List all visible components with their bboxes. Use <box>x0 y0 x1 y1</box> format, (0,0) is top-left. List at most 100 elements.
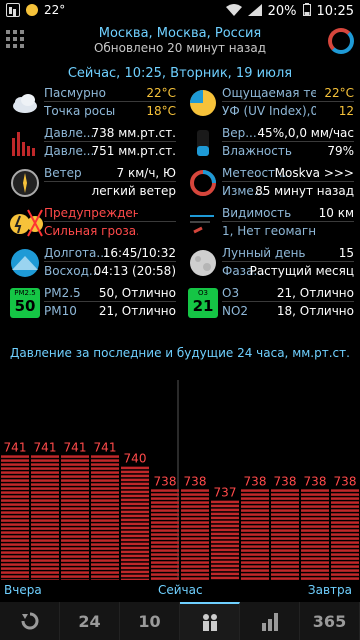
info-cell-1-right[interactable]: Вер... 45%,0,0 мм/час Влажность 79% <box>182 124 358 164</box>
cell-value-1: 50, Отлично <box>98 286 176 300</box>
status-temp: 22° <box>44 3 66 17</box>
chart-bar <box>271 489 299 580</box>
chart-data-label: 738 <box>274 474 297 488</box>
cell-value-1: 15 <box>338 246 354 260</box>
cell-divider <box>222 261 354 262</box>
o3-badge-icon: O3 21 <box>188 288 218 318</box>
tab-10d[interactable]: 10 <box>120 602 180 640</box>
chart-title: Давление за последние и будущие 24 часа,… <box>10 346 350 360</box>
cell-divider <box>222 101 354 102</box>
info-cell-4-left[interactable]: Долгота... 16:45/10:32 Восход... 04:13 (20:… <box>4 244 180 284</box>
cell-divider <box>44 301 176 302</box>
info-cell-0-right[interactable]: Ощущаемая тем... 22°C УФ (UV Index),0... 12 <box>182 84 358 124</box>
cell-label-2: Точка росы <box>44 104 116 118</box>
info-cell-2-left[interactable]: Ветер 7 км/ч, Юлегкий ветер <box>4 164 180 204</box>
tab-graph[interactable] <box>240 602 300 640</box>
info-cell-0-left[interactable]: Пасмурно 22°C Точка росы 18°C <box>4 84 180 124</box>
cloud-partly-icon <box>10 88 40 118</box>
cell-divider <box>222 181 354 182</box>
chart-data-label: 740 <box>124 452 147 466</box>
cell-value-2: 79% <box>327 144 354 158</box>
cell-label-1: Пасмурно <box>44 86 106 100</box>
people-icon <box>202 614 217 631</box>
chart-bar <box>241 489 269 580</box>
pm-badge-icon: PM2.5 50 <box>10 288 40 318</box>
chart-bar <box>301 489 329 580</box>
cell-divider <box>44 101 176 102</box>
chart-bar <box>211 500 239 580</box>
tab-10d-label: 10 <box>138 611 161 631</box>
cell-value-1: 16:45/10:32 <box>102 246 176 260</box>
axis-label-yesterday: Вчера <box>4 583 42 597</box>
cell-divider <box>44 221 176 222</box>
clock: 10:25 <box>316 4 354 19</box>
tab-365[interactable]: 365 <box>300 602 360 640</box>
chart-data-label: 738 <box>334 474 357 488</box>
refresh-icon[interactable] <box>328 28 354 54</box>
cell-value-2: 18°C <box>146 104 176 118</box>
cell-label-2: Влажность <box>222 144 292 158</box>
cell-divider <box>222 141 354 142</box>
cell-value-2: Растущий месяц <box>249 264 354 278</box>
tab-24h-label: 24 <box>78 611 101 631</box>
cell-value-1: 21, Отлично <box>276 286 354 300</box>
cell-value-2: 18, Отлично <box>276 304 354 318</box>
info-cell-1-left[interactable]: Давле... 738 мм.рт.ст. Давле... 751 мм.рт.с… <box>4 124 180 164</box>
moon-icon <box>188 248 218 278</box>
info-cell-3-left[interactable]: Предупрежден... Сильная гроза... <box>4 204 180 244</box>
chart-data-label: 738 <box>154 474 177 488</box>
chart-data-label: 737 <box>214 486 237 500</box>
chart-bar <box>181 489 209 580</box>
cell-value-2: 85 минут назад <box>255 184 354 198</box>
status-bar: 22° 20% 10:25 <box>0 0 360 24</box>
sun-icon <box>26 4 38 16</box>
cell-label-2: 1, Нет геомагнитной... <box>222 224 316 238</box>
battery-percent: 20% <box>267 4 297 19</box>
info-cell-4-right[interactable]: Лунный день 15 Фаза... Растущий месяц <box>182 244 358 284</box>
humidity-icon <box>188 128 218 158</box>
cell-value-1: 22°C <box>146 86 176 100</box>
cell-label-1: Ощущаемая тем... <box>222 86 316 100</box>
pressure-bars-icon <box>10 128 40 158</box>
cell-label-2: Сильная гроза... <box>44 224 138 238</box>
chart-bar <box>331 489 359 580</box>
location-title[interactable]: Москва, Москва, Россия <box>0 26 360 41</box>
cell-label-1: Предупрежден... <box>44 206 138 220</box>
cell-value-1: 738 мм.рт.ст. <box>91 126 176 140</box>
cell-divider <box>44 181 176 182</box>
cell-value-2: легкий ветер <box>91 184 176 198</box>
chart-data-label: 738 <box>184 474 207 488</box>
info-cell-5-left[interactable]: PM2.5 50 PM2.5 50, Отлично PM10 21, Отлично <box>4 284 180 324</box>
info-cell-2-right[interactable]: Метеост... Moskva >>> Изме... 85 минут наза… <box>182 164 358 204</box>
chart-bar <box>121 466 149 580</box>
chart-data-label: 741 <box>94 440 117 454</box>
bottom-tab-bar: 24 10 365 <box>0 602 360 640</box>
current-datetime: Сейчас, 10:25, Вторник, 19 июля <box>67 66 293 81</box>
bar-chart-icon <box>261 613 278 631</box>
tab-refresh[interactable] <box>0 602 60 640</box>
chart-data-label: 741 <box>64 440 87 454</box>
updated-text: Обновлено 20 минут назад <box>93 41 267 55</box>
chart-data-label: 738 <box>304 474 327 488</box>
chart-bar <box>91 455 119 580</box>
cell-value-1: 45%,0,0 мм/час <box>257 126 354 140</box>
tab-activities[interactable] <box>180 602 240 640</box>
visibility-icon <box>188 208 218 238</box>
cell-label-1: Лунный день <box>222 246 306 260</box>
chart-data-label: 738 <box>244 474 267 488</box>
pressure-chart[interactable]: 741 741 741 741 740 738 738 737 738 738 738 738 <box>0 380 360 580</box>
cell-divider <box>222 301 354 302</box>
cell-label-2: УФ (UV Index),0... <box>222 104 316 118</box>
signal-icon <box>247 3 262 20</box>
battery-icon <box>302 3 311 20</box>
info-cell-5-right[interactable]: O3 21 O3 21, Отлично NO2 18, Отлично <box>182 284 358 324</box>
chart-data-label: 741 <box>4 440 27 454</box>
tab-24h[interactable]: 24 <box>60 602 120 640</box>
chart-bar <box>151 489 179 580</box>
cell-value-2: 751 мм.рт.ст. <box>91 144 176 158</box>
meteostation-ring-icon <box>188 168 218 198</box>
refresh-tab-icon <box>21 612 38 630</box>
cell-value-1: Moskva >>> <box>274 166 354 180</box>
feels-like-pie-icon <box>188 88 218 118</box>
info-cell-3-right[interactable]: Видимость 10 км1, Нет геомагнитной... <box>182 204 358 244</box>
